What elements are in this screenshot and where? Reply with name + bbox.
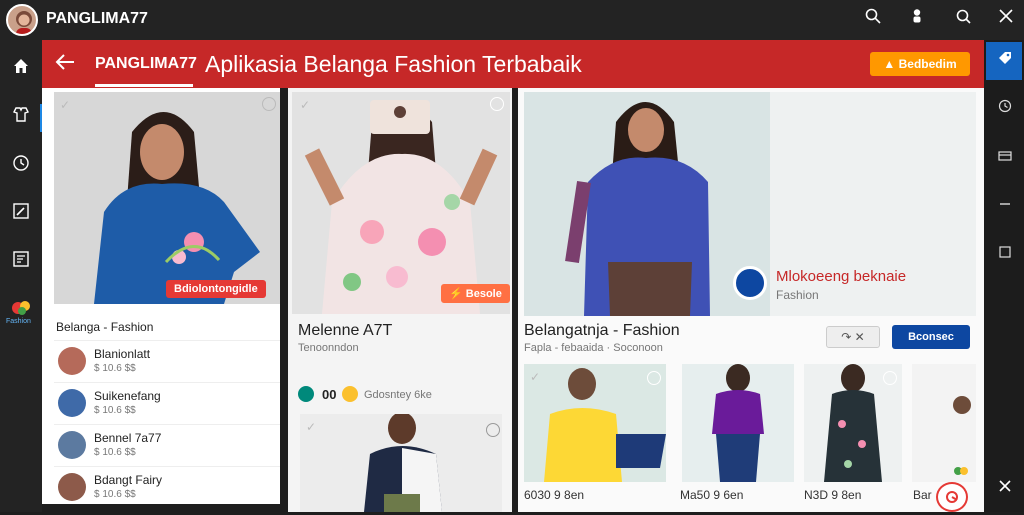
favorite-icon[interactable] [486, 423, 500, 437]
brand-logo-icon[interactable] [10, 300, 34, 316]
fashion-icon[interactable] [8, 105, 34, 131]
hero-overlay-subtitle: Fashion [776, 288, 819, 302]
avatar [58, 473, 86, 501]
search-icon[interactable] [862, 8, 884, 30]
history-icon[interactable] [994, 98, 1016, 120]
header-cta-label: Bedbedim [898, 57, 957, 71]
product-tag: ⚡ Besole [441, 284, 510, 303]
list-item[interactable]: Bdangt Fairy $ 10.6 $$ [54, 466, 280, 506]
image-icon[interactable] [8, 250, 34, 276]
page-title: Aplikasia Belanga Fashion Terbabaik [205, 51, 582, 77]
rail-brand-label: Fashion [6, 318, 31, 325]
brand-logo-icon [953, 463, 969, 475]
product-meta: Gdosntey 6ke [364, 389, 432, 401]
list-item[interactable]: Bennel 7a77 $ 10.6 $$ [54, 424, 280, 464]
favorite-icon[interactable] [647, 371, 661, 385]
favorite-icon[interactable] [262, 97, 276, 111]
product-photo[interactable] [292, 92, 510, 314]
home-icon[interactable] [8, 57, 34, 83]
favorite-icon[interactable] [883, 371, 897, 385]
card-icon[interactable] [994, 148, 1016, 170]
minimize-icon[interactable] [994, 196, 1016, 218]
action-button[interactable]: Bconsec [892, 325, 970, 349]
product-thumbnail[interactable] [682, 364, 794, 482]
coin-icon [342, 386, 358, 402]
back-arrow-icon[interactable] [54, 50, 76, 80]
tag-icon[interactable] [994, 50, 1016, 72]
select-check-icon[interactable]: ✓ [530, 370, 540, 384]
close-panel-icon[interactable] [994, 478, 1016, 500]
list-item-meta: $ 10.6 $$ [94, 489, 136, 500]
list-item-name: Suikenefang [94, 389, 161, 403]
share-button[interactable]: ↷ ✕ [826, 326, 880, 348]
clock-icon[interactable] [8, 154, 34, 180]
avatar [58, 389, 86, 417]
product-tag-label: Besole [465, 288, 502, 300]
avatar [58, 347, 86, 375]
hero-overlay-title: Mlokoeeng beknaie [776, 268, 907, 285]
thumbnail-caption: Ma50 9 6en [680, 488, 744, 502]
product-photo[interactable] [300, 414, 502, 512]
rating-badge-icon [298, 386, 314, 402]
list-item-name: Bdangt Fairy [94, 473, 163, 487]
edit-icon[interactable] [8, 202, 34, 228]
close-icon[interactable] [995, 8, 1017, 30]
thumbnail-caption: 6030 9 8en [524, 488, 585, 502]
header-brand-tab[interactable]: PANGLIMA77 [95, 55, 197, 73]
list-item[interactable]: Blanionlatt $ 10.6 $$ [54, 340, 280, 380]
thumbnail-caption: Bar [913, 488, 932, 502]
detail-meta: Fapla - febaaida · Soconoon [524, 342, 663, 354]
app-avatar[interactable] [6, 4, 38, 36]
list-item-meta: $ 10.6 $$ [94, 363, 136, 374]
thumbnail-caption: N3D 9 8en [804, 488, 862, 502]
list-item-name: Bennel 7a77 [94, 431, 162, 445]
product-title: Melenne A7T [298, 322, 393, 339]
list-item-meta: $ 10.6 $$ [94, 405, 136, 416]
app-title: PANGLIMA77 [46, 10, 148, 27]
product-subtitle: Tenoonndon [298, 342, 359, 354]
product-photo[interactable] [54, 92, 280, 304]
window-icon[interactable] [994, 244, 1016, 266]
header-cta-button[interactable]: ▲ Bedbedim [870, 52, 970, 76]
avatar [58, 431, 86, 459]
select-check-icon[interactable]: ✓ [306, 420, 316, 434]
person-icon[interactable] [906, 8, 928, 30]
list-item-meta: $ 10.6 $$ [94, 447, 136, 458]
active-tab-underline [95, 84, 193, 87]
favorite-icon[interactable] [490, 97, 504, 111]
warning-icon: ▲ [883, 57, 896, 71]
rating-value: 00 [322, 387, 337, 402]
section-title: Belanga - Fashion [56, 320, 154, 334]
list-item-name: Blanionlatt [94, 347, 151, 361]
chat-fab-button[interactable] [936, 482, 968, 512]
lightning-icon: ⚡ [449, 288, 463, 300]
detail-title: Belangatnja - Fashion [524, 322, 680, 339]
search-icon[interactable] [952, 8, 974, 30]
list-item[interactable]: Suikenefang $ 10.6 $$ [54, 382, 280, 422]
product-tag: Bdiolontongidle [166, 280, 266, 298]
avatar [953, 396, 971, 414]
select-check-icon[interactable]: ✓ [300, 98, 310, 112]
product-thumbnail[interactable] [524, 364, 666, 482]
select-check-icon[interactable]: ✓ [60, 98, 70, 112]
brand-badge-icon [733, 266, 767, 300]
